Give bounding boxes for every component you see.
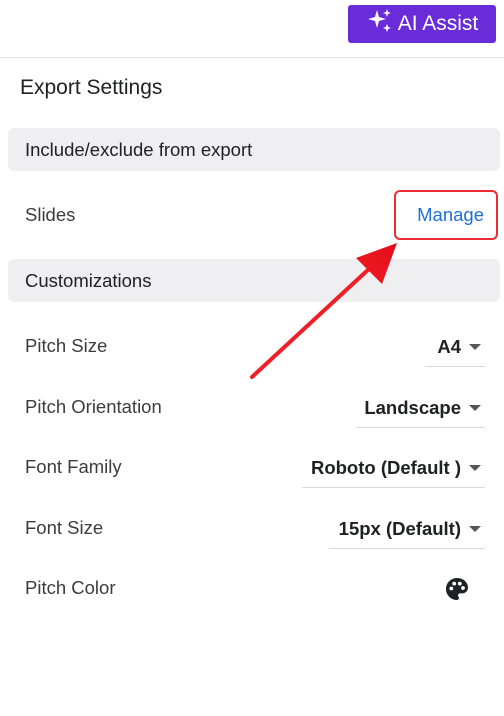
pitch-orientation-value: Landscape [364,396,461,418]
customizations-section-header: Customizations [8,259,500,302]
ai-assist-button[interactable]: AI Assist [348,5,496,43]
font-size-select[interactable]: 15px (Default) [329,509,485,549]
pitch-orientation-select[interactable]: Landscape [356,388,485,428]
panel-title: Export Settings [20,76,163,99]
font-family-select[interactable]: Roboto (Default ) [302,448,485,488]
sparkles-icon [366,7,394,41]
slides-label: Slides [25,204,76,225]
pitch-size-value: A4 [437,335,461,357]
pitch-size-select[interactable]: A4 [425,327,485,367]
ai-assist-label: AI Assist [397,12,479,35]
pitch-size-label: Pitch Size [25,335,108,356]
font-size-value: 15px (Default) [338,517,461,539]
chevron-down-icon [469,525,481,532]
top-bar: AI Assist [0,0,504,58]
chevron-down-icon [469,404,481,411]
chevron-down-icon [469,343,481,350]
include-exclude-section-header: Include/exclude from export [8,128,500,171]
font-family-value: Roboto (Default ) [310,456,461,478]
pitch-orientation-label: Pitch Orientation [25,396,162,417]
manage-link[interactable]: Manage [417,204,484,226]
chevron-down-icon [469,464,481,471]
font-size-label: Font Size [25,517,104,538]
font-family-label: Font Family [25,456,122,477]
pitch-color-label: Pitch Color [25,577,116,598]
palette-icon[interactable] [444,576,470,602]
